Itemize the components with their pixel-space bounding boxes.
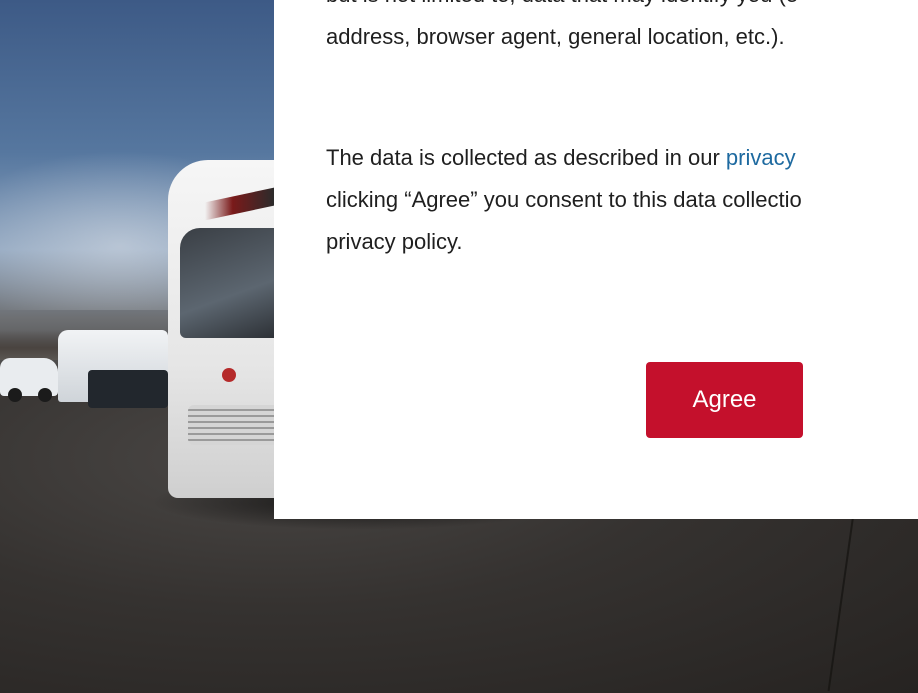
consent-dialog: but is not limited to, data that may ide…	[274, 0, 918, 519]
consent-text-line: address, browser agent, general location…	[326, 24, 785, 49]
consent-text-line: clicking “Agree” you consent to this dat…	[326, 187, 802, 212]
consent-text-line: The data is collected as described in ou…	[326, 137, 802, 179]
car-wheel	[8, 388, 22, 402]
consent-text-line: but is not limited to, data that may ide…	[326, 0, 798, 16]
motorhome-grille	[188, 405, 274, 445]
background-pickup-truck	[88, 370, 168, 408]
consent-text-line: privacy policy.	[326, 229, 463, 254]
page-background: but is not limited to, data that may ide…	[0, 0, 918, 693]
agree-button[interactable]: Agree	[646, 362, 803, 438]
motorhome-windshield	[180, 228, 274, 338]
background-white-car	[0, 358, 58, 402]
consent-text-data-description: but is not limited to, data that may ide…	[326, 0, 798, 58]
privacy-policy-link[interactable]: privacy	[726, 145, 796, 170]
car-wheel	[38, 388, 52, 402]
consent-text-policy: The data is collected as described in ou…	[326, 137, 802, 263]
motorhome-badge	[222, 368, 236, 382]
consent-text-prefix: The data is collected as described in ou…	[326, 145, 726, 170]
